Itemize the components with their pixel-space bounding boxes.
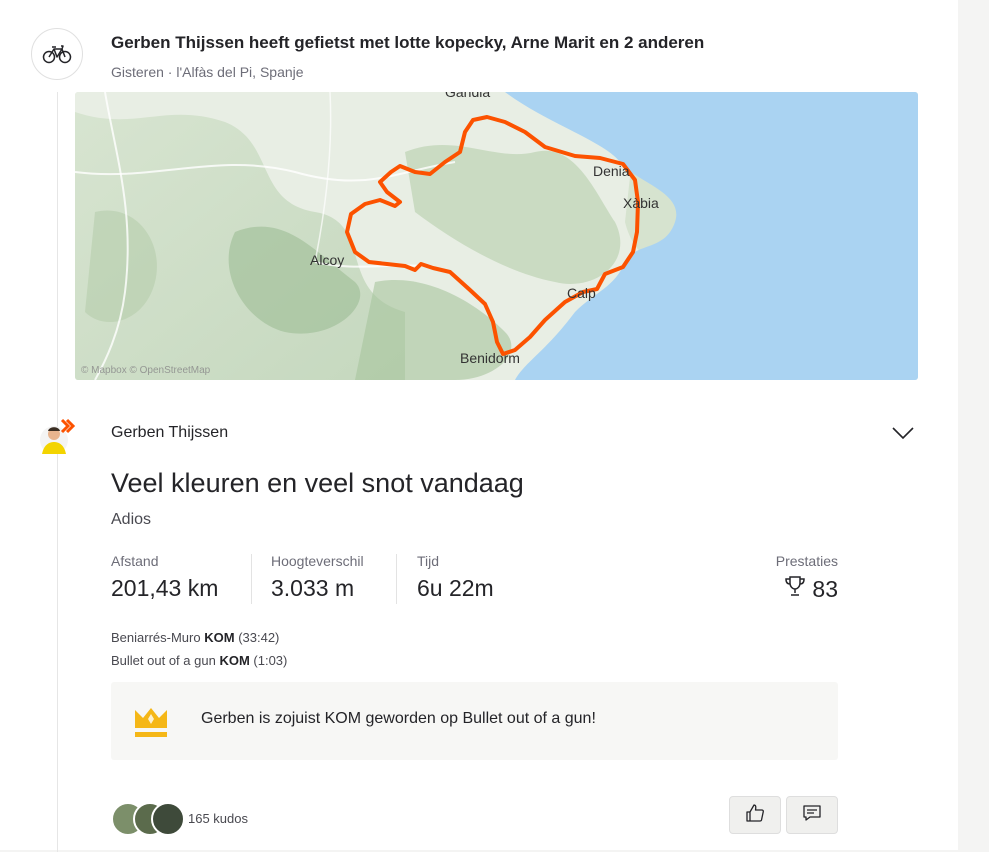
segment-name: Beniarrés-Muro xyxy=(111,630,201,645)
stat-distance: Afstand 201,43 km xyxy=(111,553,218,602)
comment-button[interactable] xyxy=(786,796,838,834)
activity-card: Gerben Thijssen heeft gefietst met lotte… xyxy=(0,0,958,852)
activity-description: Adios xyxy=(111,511,152,528)
route-map[interactable]: Gandia Denia Xàbia Alcoy Calp Benidorm ©… xyxy=(75,92,918,380)
segment-time: (1:03) xyxy=(253,653,288,668)
map-label-gandia: Gandia xyxy=(445,92,490,100)
map-attribution[interactable]: © Mapbox © OpenStreetMap xyxy=(81,365,210,376)
group-activity-title[interactable]: Gerben Thijssen heeft gefietst met lotte… xyxy=(111,33,704,53)
segment-effort[interactable]: Bullet out of a gun KOM (1:03) xyxy=(111,653,287,668)
stat-value: 6u 22m xyxy=(417,575,494,601)
group-activity-date-location: Gisteren · l'Alfàs del Pi, Spanje xyxy=(111,64,304,80)
feed-timeline-line xyxy=(57,92,58,852)
athlete-name[interactable]: Gerben Thijssen xyxy=(111,424,228,442)
kudos-count[interactable]: 165 kudos xyxy=(188,811,248,826)
map-label-xabia: Xàbia xyxy=(623,195,659,211)
map-label-alcoy: Alcoy xyxy=(310,252,344,268)
kom-banner[interactable]: Gerben is zojuist KOM geworden op Bullet… xyxy=(111,682,838,760)
stat-achievements: Prestaties 83 xyxy=(760,553,838,603)
segment-effort[interactable]: Beniarrés-Muro KOM (33:42) xyxy=(111,630,279,645)
comment-icon xyxy=(802,803,822,828)
stat-value: 201,43 km xyxy=(111,575,219,601)
chevron-down-icon[interactable] xyxy=(888,420,918,446)
thumbs-up-icon xyxy=(745,803,765,828)
segment-name: Bullet out of a gun xyxy=(111,653,216,668)
map-label-calp: Calp xyxy=(567,285,596,301)
achievements-label: Prestaties xyxy=(775,553,838,569)
stat-divider xyxy=(251,554,252,604)
trophy-icon xyxy=(784,575,806,603)
stat-label: Afstand xyxy=(111,553,159,569)
stat-value: 3.033 m xyxy=(271,575,355,601)
kudo-button[interactable] xyxy=(729,796,781,834)
stat-label: Hoogteverschil xyxy=(271,553,364,569)
achievements-count: 83 xyxy=(812,575,838,602)
map-label-denia: Denia xyxy=(593,163,630,179)
map-label-benidorm: Benidorm xyxy=(460,350,520,366)
avatar xyxy=(151,802,185,836)
activity-title[interactable]: Veel kleuren en veel snot vandaag xyxy=(111,468,524,499)
segment-time: (33:42) xyxy=(238,630,280,645)
stat-divider xyxy=(396,554,397,604)
bike-icon xyxy=(31,28,83,80)
kudos-avatars[interactable] xyxy=(111,802,185,836)
segment-badge: KOM xyxy=(219,653,250,668)
athlete-avatar[interactable] xyxy=(40,416,76,456)
segment-badge: KOM xyxy=(204,630,235,645)
kom-banner-text: Gerben is zojuist KOM geworden op Bullet… xyxy=(201,710,596,727)
stat-elevation: Hoogteverschil 3.033 m xyxy=(271,553,364,602)
stat-time: Tijd 6u 22m xyxy=(417,553,494,602)
stat-label: Tijd xyxy=(417,553,440,569)
crown-icon xyxy=(132,704,170,740)
